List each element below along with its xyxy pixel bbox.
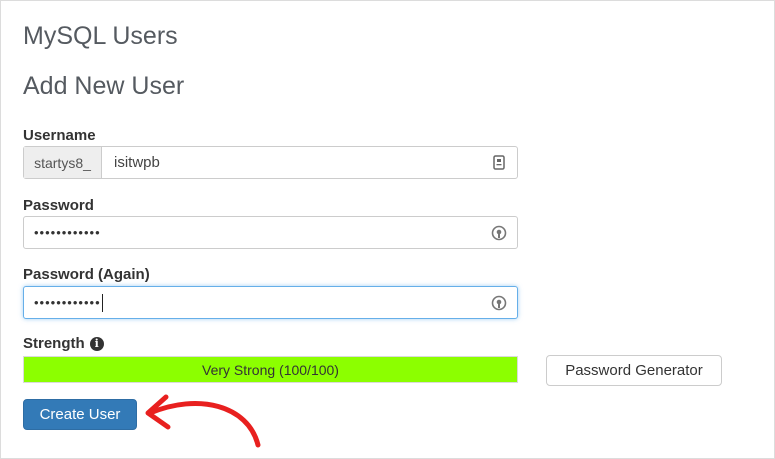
section-title: Add New User bbox=[23, 72, 185, 100]
password-generator-button[interactable]: Password Generator bbox=[546, 355, 722, 386]
password-value: •••••••••••• bbox=[34, 225, 101, 240]
password-again-field[interactable]: •••••••••••• bbox=[23, 286, 518, 319]
password-again-label: Password (Again) bbox=[23, 266, 150, 283]
red-arrow-icon bbox=[145, 394, 261, 448]
create-user-button[interactable]: Create User bbox=[23, 399, 137, 430]
strength-header: Strength i bbox=[23, 335, 104, 352]
username-input[interactable]: isitwpb bbox=[102, 154, 489, 171]
username-field[interactable]: startys8_ isitwpb bbox=[23, 146, 518, 179]
key-reveal-icon[interactable] bbox=[489, 293, 509, 313]
strength-meter: Very Strong (100/100) bbox=[23, 356, 518, 383]
strength-label: Strength bbox=[23, 335, 85, 352]
info-icon[interactable]: i bbox=[89, 336, 104, 351]
page-title: MySQL Users bbox=[23, 22, 178, 50]
id-card-icon bbox=[489, 153, 509, 173]
username-label: Username bbox=[23, 127, 96, 144]
username-prefix: startys8_ bbox=[24, 147, 102, 178]
key-reveal-icon[interactable] bbox=[489, 223, 509, 243]
password-field[interactable]: •••••••••••• bbox=[23, 216, 518, 249]
text-caret bbox=[101, 293, 103, 312]
password-again-input[interactable]: •••••••••••• bbox=[24, 293, 489, 312]
password-input[interactable]: •••••••••••• bbox=[24, 225, 489, 240]
password-again-value: •••••••••••• bbox=[34, 295, 101, 310]
strength-text: Very Strong (100/100) bbox=[202, 361, 339, 378]
password-label: Password bbox=[23, 197, 94, 214]
